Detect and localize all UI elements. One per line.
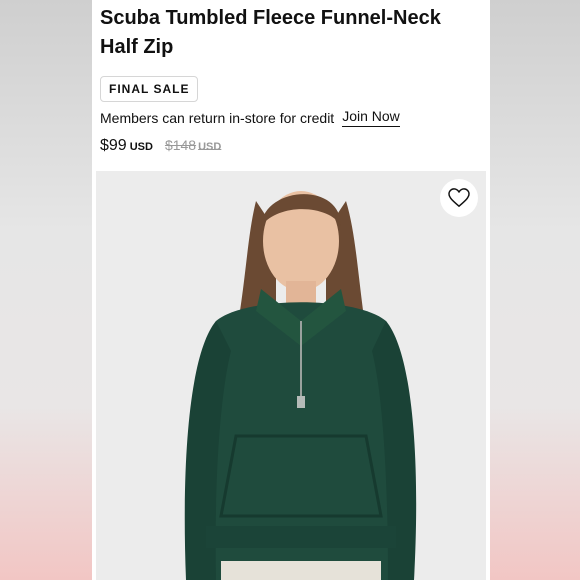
blurred-background-left <box>0 0 92 580</box>
heart-icon <box>448 188 470 208</box>
product-title: Scuba Tumbled Fleece Funnel-Neck Half Zi… <box>100 7 441 58</box>
members-text: Members can return in-store for credit <box>100 109 335 126</box>
wishlist-button[interactable] <box>440 179 478 217</box>
members-return-info: Members can return in-store for credit J… <box>100 108 400 127</box>
current-price-currency: USD <box>129 141 153 153</box>
original-price: $148 USD <box>165 137 221 153</box>
join-now-link[interactable]: Join Now <box>342 108 400 127</box>
product-image[interactable] <box>96 171 486 580</box>
current-price: $99 <box>100 137 127 154</box>
model-illustration <box>96 171 486 580</box>
original-price-value: $148 <box>164 137 197 153</box>
blurred-background-right <box>490 0 580 580</box>
product-panel: Scuba Tumbled Fleece Funnel-Neck Half Zi… <box>92 0 490 580</box>
original-price-currency: USD <box>198 141 222 153</box>
price-row: $99 USD $148 USD <box>100 137 221 155</box>
final-sale-badge: FINAL SALE <box>100 76 199 102</box>
